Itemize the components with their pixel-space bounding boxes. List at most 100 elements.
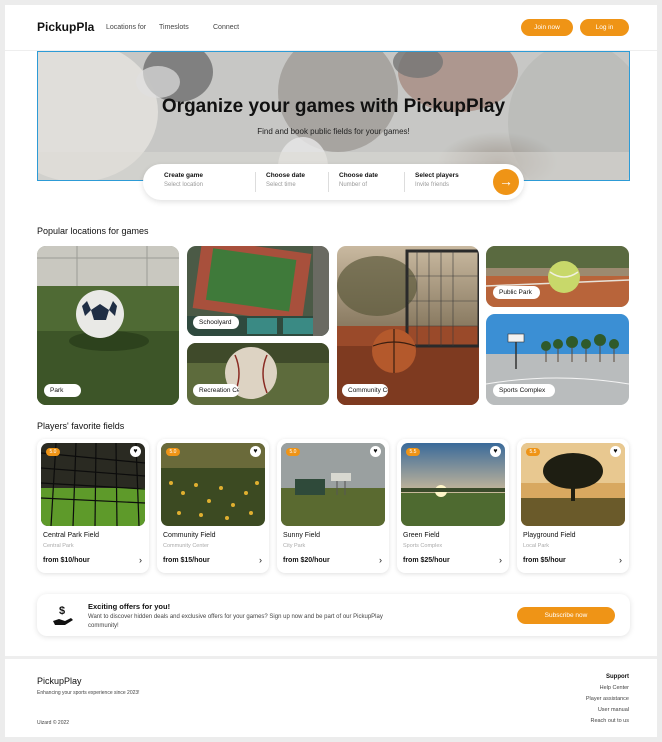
location-tile-public-park[interactable]: Public Park: [486, 246, 629, 307]
footer-link-help-center[interactable]: Help Center: [586, 685, 629, 691]
divider: [328, 172, 329, 192]
basketball-court-image: [337, 246, 479, 405]
field-card-central-park[interactable]: 5.0 ♥ Central Park Field Central Park fr…: [37, 439, 149, 573]
footer-link-contact[interactable]: Reach out to us: [586, 718, 629, 724]
footer-tagline: Enhancing your sports experience since 2…: [37, 690, 140, 696]
chevron-right-icon[interactable]: ›: [499, 555, 502, 565]
nav-timeslots[interactable]: Timeslots: [159, 24, 189, 31]
search-field-value: Invite friends: [415, 182, 450, 188]
hero-banner: Organize your games with PickupPlay Find…: [37, 51, 630, 181]
soccer-ball-image: [37, 246, 179, 405]
tile-label: Public Park: [493, 286, 540, 299]
heart-icon[interactable]: ♥: [490, 446, 501, 457]
arrow-right-icon: →: [499, 173, 513, 189]
field-card-image: 5.0 ♥: [41, 443, 145, 526]
location-tile-community-court[interactable]: Community Court: [337, 246, 479, 405]
location-tile-sports-complex[interactable]: Sports Complex: [486, 314, 629, 405]
tile-label: Sports Complex: [493, 384, 555, 397]
nav-locations[interactable]: Locations for: [106, 24, 146, 31]
field-name: Sunny Field: [283, 532, 320, 539]
rating-badge: 5.5: [406, 448, 420, 456]
chevron-right-icon[interactable]: ›: [379, 555, 382, 565]
field-name: Playground Field: [523, 532, 576, 539]
location-tile-park[interactable]: Park: [37, 246, 179, 405]
offer-text: Want to discover hidden deals and exclus…: [88, 614, 383, 629]
tile-label: Community Court: [342, 384, 388, 397]
game-search-bar: Create game Select location Choose date …: [143, 164, 524, 200]
field-card-green-field[interactable]: 5.5 ♥ Green Field Sports Complex from $2…: [397, 439, 509, 573]
search-field-time[interactable]: Choose date Select time: [266, 172, 305, 188]
rating-badge: 5.0: [46, 448, 60, 456]
divider: [404, 172, 405, 192]
favorite-fields-title: Players' favorite fields: [37, 421, 125, 431]
footer-copyright: Uizard © 2022: [37, 720, 70, 726]
chevron-right-icon[interactable]: ›: [619, 555, 622, 565]
search-submit-button[interactable]: →: [493, 169, 519, 195]
heart-icon[interactable]: ♥: [250, 446, 261, 457]
subscribe-button[interactable]: Subscribe now: [517, 607, 615, 624]
field-location: Sports Complex: [403, 543, 443, 549]
search-field-value: Number of: [339, 182, 368, 188]
support-title: Support: [606, 674, 629, 680]
field-location: Local Park: [523, 543, 549, 549]
field-card-playground-field[interactable]: 5.5 ♥ Playground Field Local Park from $…: [517, 439, 629, 573]
field-card-image: 5.5 ♥: [521, 443, 625, 526]
chevron-right-icon[interactable]: ›: [259, 555, 262, 565]
heart-icon[interactable]: ♥: [130, 446, 141, 457]
search-field-label: Choose date: [339, 172, 379, 179]
footer: PickupPlay Enhancing your sports experie…: [5, 656, 657, 737]
offer-title: Exciting offers for you!: [88, 602, 171, 611]
chevron-right-icon[interactable]: ›: [139, 555, 142, 565]
footer-support-links: Support Help Center Player assistance Us…: [586, 674, 629, 729]
hero-title: Organize your games with PickupPlay: [161, 96, 506, 117]
footer-link-user-manual[interactable]: User manual: [586, 707, 629, 713]
field-card-community-field[interactable]: 5.0 ♥ Community Field Community Center f…: [157, 439, 269, 573]
heart-icon[interactable]: ♥: [610, 446, 621, 457]
search-field-players[interactable]: Select players Invite friends: [415, 172, 459, 188]
divider: [255, 172, 256, 192]
offer-banner: $ Exciting offers for you! Want to disco…: [37, 594, 630, 636]
popular-locations-title: Popular locations for games: [37, 226, 149, 236]
footer-brand: PickupPlay: [37, 676, 82, 686]
search-field-label: Create game: [164, 172, 204, 179]
search-field-value: Select location: [164, 182, 204, 188]
tile-label: Recreation Center: [193, 384, 239, 397]
search-field-label: Choose date: [266, 172, 306, 179]
heart-icon[interactable]: ♥: [370, 446, 381, 457]
location-tile-recreation-center[interactable]: Recreation Center: [187, 343, 329, 405]
search-field-label: Select players: [415, 172, 459, 179]
field-price: from $5/hour: [523, 557, 566, 564]
search-field-value: Select time: [266, 182, 296, 188]
field-location: Central Park: [43, 543, 74, 549]
search-field-location[interactable]: Create game Select location: [164, 172, 203, 188]
field-location: Community Center: [163, 543, 209, 549]
top-nav-bar: PickupPla Locations for Timeslots Connec…: [5, 5, 657, 51]
field-price: from $20/hour: [283, 557, 330, 564]
svg-text:$: $: [59, 605, 65, 617]
field-card-sunny-field[interactable]: 5.0 ♥ Sunny Field City Park from $20/hou…: [277, 439, 389, 573]
search-field-number[interactable]: Choose date Number of: [339, 172, 378, 188]
rating-badge: 5.0: [286, 448, 300, 456]
page: PickupPla Locations for Timeslots Connec…: [5, 5, 657, 737]
field-name: Community Field: [163, 532, 216, 539]
field-card-image: 5.0 ♥: [161, 443, 265, 526]
footer-link-player-assistance[interactable]: Player assistance: [586, 696, 629, 702]
nav-connect[interactable]: Connect: [213, 24, 239, 31]
field-name: Green Field: [403, 532, 440, 539]
logo[interactable]: PickupPla: [37, 20, 94, 34]
field-card-image: 5.0 ♥: [281, 443, 385, 526]
field-card-image: 5.5 ♥: [401, 443, 505, 526]
field-price: from $25/hour: [403, 557, 450, 564]
hero-subtitle: Find and book public fields for your gam…: [257, 127, 410, 136]
rating-badge: 5.5: [526, 448, 540, 456]
tile-label: Park: [44, 384, 81, 397]
field-location: City Park: [283, 543, 306, 549]
money-hand-icon: $: [53, 605, 73, 625]
join-now-button[interactable]: Join now: [521, 19, 573, 36]
location-tile-schoolyard[interactable]: Schoolyard: [187, 246, 329, 336]
field-price: from $15/hour: [163, 557, 210, 564]
login-button[interactable]: Log in: [580, 19, 629, 36]
field-name: Central Park Field: [43, 532, 100, 539]
tile-label: Schoolyard: [193, 316, 239, 329]
rating-badge: 5.0: [166, 448, 180, 456]
